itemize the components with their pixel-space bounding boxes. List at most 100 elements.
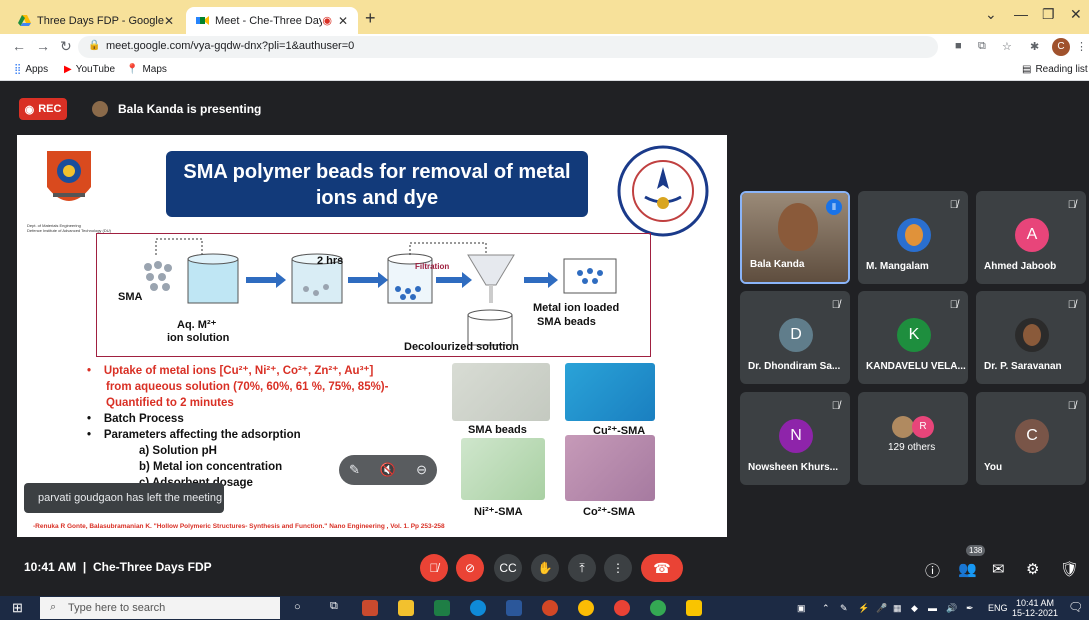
minimize-button[interactable]: —	[1014, 6, 1028, 22]
share-icon[interactable]: ⧉	[978, 40, 986, 53]
recording-indicator[interactable]: ◉ REC	[19, 98, 67, 120]
google-drive-icon	[18, 14, 31, 27]
label-2hrs: 2 hrs	[317, 255, 344, 267]
powerpoint-icon[interactable]	[542, 600, 558, 616]
participant-count-badge: 138	[966, 545, 986, 556]
cortana-icon[interactable]: ○	[294, 601, 301, 613]
caption-cu-sma: Cu²⁺-SMA	[593, 425, 646, 437]
leave-call-button[interactable]: ☎	[641, 554, 683, 582]
tray-mic-icon[interactable]: 🎤	[876, 603, 887, 614]
close-tab-icon[interactable]: ✕	[164, 14, 174, 28]
profile-avatar[interactable]: C	[1052, 38, 1070, 56]
new-tab-button[interactable]: +	[365, 8, 376, 29]
search-icon: ⌕	[50, 601, 57, 613]
star-icon[interactable]: ☆	[1002, 40, 1012, 53]
tray-app-icon[interactable]: ◆	[911, 603, 918, 614]
app-icon[interactable]	[362, 600, 378, 616]
language-indicator[interactable]: ENG	[988, 603, 1008, 613]
windows-start-icon[interactable]: ⊞	[12, 600, 23, 616]
task-view-icon[interactable]: ⧉	[330, 600, 338, 613]
host-controls-icon[interactable]: 🛡	[1060, 560, 1079, 578]
more-options-button[interactable]: ⋮	[604, 554, 632, 582]
close-tab-icon[interactable]: ✕	[338, 14, 348, 28]
people-icon[interactable]: 👥	[958, 560, 977, 578]
sub-item: a) Solution pH	[139, 445, 217, 457]
pin-off-icon[interactable]: ✎	[349, 462, 360, 478]
tab-meet[interactable]: Meet - Che-Three Days FDP ◉ ✕	[186, 7, 358, 34]
bookmark-maps[interactable]: 📍 Maps	[126, 64, 167, 75]
raise-hand-button[interactable]: ✋	[531, 554, 559, 582]
participant-avatar: N	[779, 419, 813, 453]
participant-tile[interactable]: 🎙̸ A Ahmed Jaboob	[976, 191, 1086, 284]
tab-search-icon[interactable]: ⌄	[985, 6, 997, 23]
tab-title: Meet - Che-Three Days FDP	[215, 14, 323, 27]
bookmark-apps[interactable]: ⣿ Apps	[14, 64, 48, 75]
caption-sma-beads: SMA beads	[468, 424, 527, 436]
tray-chevron-icon[interactable]: ⌃	[822, 603, 830, 614]
bookmarks-bar: ⣿ Apps ▶ YouTube 📍 Maps ▤ Reading list	[0, 60, 1089, 81]
caption-co-sma: Co²⁺-SMA	[583, 506, 636, 518]
others-photo-avatar	[892, 416, 914, 438]
caption-ni-sma: Ni²⁺-SMA	[474, 506, 523, 518]
photo-ni-sma	[461, 438, 545, 500]
participant-tile[interactable]: 🎙̸ D Dr. Dhondiram Sa...	[740, 291, 850, 384]
reading-list[interactable]: ▤ Reading list	[1022, 64, 1088, 75]
edge-icon[interactable]	[470, 600, 486, 616]
participant-tile[interactable]: 🎙̸ Dr. P. Saravanan	[976, 291, 1086, 384]
captions-button[interactable]: CC	[494, 554, 522, 582]
participant-tile[interactable]: 🎙̸ K KANDAVELU VELA...	[858, 291, 968, 384]
label-decolourized: Decolourized solution	[404, 341, 519, 353]
chrome-icon[interactable]	[578, 600, 594, 616]
participant-tile[interactable]: ⦀ Bala Kanda	[740, 191, 850, 284]
menu-icon[interactable]: ⋮	[1076, 40, 1087, 53]
label-ion-solution: ion solution	[167, 332, 230, 344]
participant-tile[interactable]: 🎙̸ N Nowsheen Khurs...	[740, 392, 850, 485]
chat-icon[interactable]: ✉	[992, 560, 1005, 578]
minimize-presentation-icon[interactable]: ⊖	[416, 462, 427, 478]
restore-button[interactable]: ❐	[1042, 6, 1055, 23]
pen-workspace-icon[interactable]: ✒	[966, 603, 974, 614]
bookmark-youtube[interactable]: ▶ YouTube	[64, 64, 115, 75]
volume-icon[interactable]: 🔊	[946, 603, 957, 614]
sticky-app-icon[interactable]	[686, 600, 702, 616]
mute-presentation-icon[interactable]: 🔇	[380, 462, 396, 478]
reading-list-icon: ▤	[1022, 64, 1032, 75]
tray-pen-icon[interactable]: ✎	[840, 603, 848, 614]
tray-power-icon[interactable]: ⚡	[858, 603, 869, 614]
address-bar[interactable]: 🔒 meet.google.com/vya-gqdw-dnx?pli=1&aut…	[78, 36, 938, 58]
file-explorer-icon[interactable]	[398, 600, 414, 616]
participant-tile[interactable]: 🎙̸ M. Mangalam	[858, 191, 968, 284]
tray-meet-icon[interactable]: ▦	[893, 603, 902, 614]
extensions-icon[interactable]: ✱	[1030, 40, 1039, 53]
activities-icon[interactable]: ⚙	[1026, 560, 1039, 578]
back-icon[interactable]: ←	[12, 38, 26, 54]
bullet-item: • Uptake of metal ions [Cu²⁺, Ni²⁺, Co²⁺…	[87, 365, 374, 377]
battery-icon[interactable]: ▬	[928, 603, 937, 613]
present-button[interactable]: ⤒	[568, 554, 596, 582]
mic-toggle-button[interactable]: 🎙̸	[420, 554, 448, 582]
participant-avatar: A	[1015, 218, 1049, 252]
camera-toggle-button[interactable]: ⊘	[456, 554, 484, 582]
participant-tile-others[interactable]: R 129 others	[858, 392, 968, 485]
tab-google-drive[interactable]: Three Days FDP - Google Drive ✕	[8, 7, 184, 34]
close-window-button[interactable]: ✕	[1070, 6, 1082, 23]
participant-tile-self[interactable]: 🎙̸ C You	[976, 392, 1086, 485]
word-icon[interactable]	[506, 600, 522, 616]
camera-indicator-icon[interactable]: ■	[955, 40, 962, 52]
mic-off-icon: 🎙̸	[831, 299, 840, 311]
chrome-alt-icon[interactable]	[650, 600, 666, 616]
photo-sma-beads	[452, 363, 550, 421]
notifications-icon[interactable]: 🗨	[1068, 600, 1083, 614]
chrome-profile-icon[interactable]	[614, 600, 630, 616]
taskbar-clock[interactable]: 10:41 AM 15-12-2021	[1012, 598, 1058, 618]
meeting-details-icon[interactable]: ⓘ	[925, 560, 940, 581]
label-metal-loaded: Metal ion loaded	[533, 302, 620, 314]
reload-icon[interactable]: ↻	[60, 38, 72, 55]
taskbar-search[interactable]: ⌕ Type here to search	[40, 597, 280, 619]
tray-window-icon[interactable]: ▣	[797, 603, 806, 614]
tab-strip: Three Days FDP - Google Drive ✕ Meet - C…	[0, 0, 1089, 34]
presenter-avatar	[92, 101, 108, 117]
lock-icon: 🔒	[88, 40, 101, 51]
excel-icon[interactable]	[434, 600, 450, 616]
forward-icon[interactable]: →	[36, 38, 50, 54]
